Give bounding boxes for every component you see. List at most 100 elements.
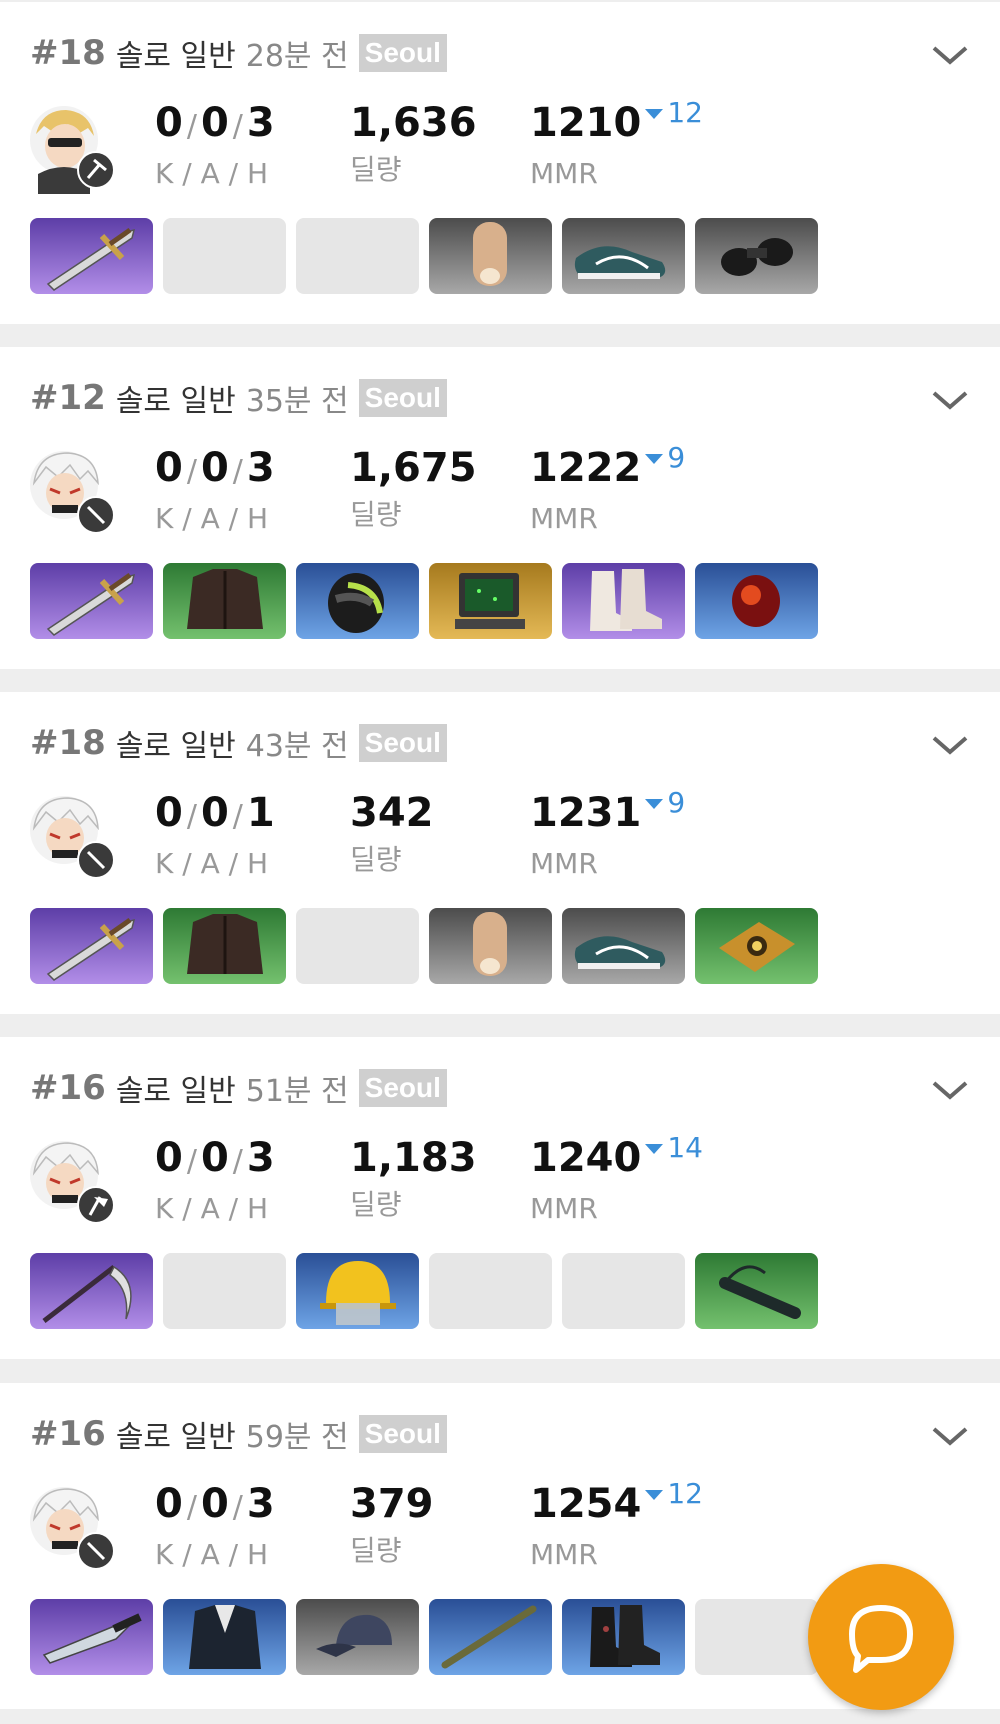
item-slot[interactable] (30, 908, 153, 984)
item-slot[interactable] (30, 563, 153, 639)
item-slot[interactable] (163, 563, 286, 639)
assists-value: 0 (200, 790, 229, 836)
binoculars-icon (721, 238, 793, 276)
mmr-change: 14 (667, 1131, 703, 1164)
chevron-down-icon[interactable] (930, 385, 970, 415)
character-avatar (30, 1487, 115, 1570)
kah-stat: 0/0/1 K / A / H (155, 786, 275, 884)
bandage-roll-icon (473, 222, 507, 286)
region-badge: Seoul (358, 1069, 447, 1107)
fire-helmet-icon (320, 1261, 396, 1325)
boots-icon (590, 569, 662, 631)
item-slot[interactable] (695, 1253, 818, 1329)
damage-stat: 342 딜량 (350, 786, 434, 880)
item-slot[interactable] (695, 218, 818, 294)
bandage-roll-icon (473, 912, 507, 976)
mmr-label: MMR (530, 1538, 598, 1571)
item-slot[interactable] (429, 563, 552, 639)
item-slot[interactable] (429, 218, 552, 294)
item-slot-empty (163, 218, 286, 294)
mmr-change: 9 (667, 441, 686, 474)
axe-icon (77, 1186, 115, 1224)
sneakers-icon (574, 246, 666, 279)
damage-label: 딜량 (350, 843, 402, 876)
assists-value: 0 (200, 100, 229, 146)
item-slot-empty (296, 218, 419, 294)
match-header: #16 솔로 일반 59분 전 Seoul (30, 1411, 447, 1457)
item-slot[interactable] (30, 1253, 153, 1329)
match-card[interactable]: #12 솔로 일반 35분 전 Seoul 0/0/3 K / A / H 1,… (0, 347, 1000, 669)
item-slot[interactable] (562, 1599, 685, 1675)
leather-jacket-icon (187, 569, 263, 629)
character-avatar (30, 451, 115, 534)
mmr-stat: 1254 12 MMR (530, 1477, 703, 1575)
kills-value: 0 (155, 445, 183, 491)
item-slot[interactable] (163, 1599, 286, 1675)
kills-value: 0 (155, 790, 183, 836)
mmr-value: 1254 (530, 1481, 642, 1527)
sword-icon (46, 227, 136, 291)
item-slot[interactable] (296, 563, 419, 639)
dagger-icon (77, 841, 115, 879)
triangle-down-icon (645, 799, 664, 809)
mmr-stat: 1210 12 MMR (530, 96, 703, 194)
chat-button[interactable] (808, 1564, 954, 1710)
chevron-down-icon[interactable] (930, 1421, 970, 1451)
dagger-icon (77, 1532, 115, 1570)
mmr-stat: 1231 9 MMR (530, 786, 685, 884)
sword-icon (46, 572, 136, 636)
item-row (30, 1253, 818, 1329)
match-mode: 솔로 일반 (115, 1420, 236, 1455)
match-time-ago: 35분 전 (245, 384, 349, 419)
item-slot[interactable] (30, 1599, 153, 1675)
assists-value: 0 (200, 1135, 229, 1181)
damage-stat: 379 딜량 (350, 1477, 434, 1571)
item-slot[interactable] (429, 1599, 552, 1675)
combat-boots-icon (590, 1605, 660, 1667)
mmr-change: 9 (667, 786, 686, 819)
item-slot[interactable] (695, 563, 818, 639)
chevron-down-icon[interactable] (930, 40, 970, 70)
item-slot[interactable] (429, 908, 552, 984)
match-header: #16 솔로 일반 51분 전 Seoul (30, 1065, 447, 1111)
dagger-icon (77, 496, 115, 534)
triangle-down-icon (645, 1490, 664, 1500)
item-slot-empty (562, 1253, 685, 1329)
character-avatar (30, 796, 115, 879)
item-slot[interactable] (695, 908, 818, 984)
kah-label: K / A / H (155, 847, 269, 880)
chevron-down-icon[interactable] (930, 730, 970, 760)
match-rank: #18 (30, 723, 106, 763)
mmr-change: 12 (667, 1477, 703, 1510)
match-header: #18 솔로 일반 28분 전 Seoul (30, 30, 447, 76)
item-slot[interactable] (562, 908, 685, 984)
item-slot-empty (296, 908, 419, 984)
match-time-ago: 28분 전 (245, 39, 349, 74)
hunts-value: 3 (246, 100, 275, 146)
damage-label: 딜량 (350, 1534, 402, 1567)
region-badge: Seoul (358, 724, 447, 762)
kah-stat: 0/0/3 K / A / H (155, 441, 275, 539)
mmr-label: MMR (530, 847, 598, 880)
mmr-value: 1222 (530, 445, 642, 491)
item-slot[interactable] (163, 908, 286, 984)
item-slot[interactable] (562, 218, 685, 294)
damage-value: 342 (350, 790, 434, 836)
match-card[interactable]: #16 솔로 일반 51분 전 Seoul 0/0/3 K / A / H 1,… (0, 1037, 1000, 1359)
item-slot-empty (429, 1253, 552, 1329)
scythe-icon (42, 1265, 132, 1323)
match-card[interactable]: #18 솔로 일반 43분 전 Seoul 0/0/1 K / A / H 34… (0, 692, 1000, 1014)
match-rank: #16 (30, 1414, 106, 1454)
item-slot[interactable] (296, 1253, 419, 1329)
kills-value: 0 (155, 100, 183, 146)
region-badge: Seoul (358, 1415, 447, 1453)
damage-stat: 1,636 딜량 (350, 96, 477, 190)
assists-value: 0 (200, 1481, 229, 1527)
chevron-down-icon[interactable] (930, 1075, 970, 1105)
triangle-down-icon (645, 1144, 664, 1154)
kah-label: K / A / H (155, 502, 269, 535)
item-slot[interactable] (562, 563, 685, 639)
match-card[interactable]: #18 솔로 일반 28분 전 Seoul 0/0/3 K / A / H 1,… (0, 2, 1000, 324)
item-slot[interactable] (296, 1599, 419, 1675)
item-slot[interactable] (30, 218, 153, 294)
